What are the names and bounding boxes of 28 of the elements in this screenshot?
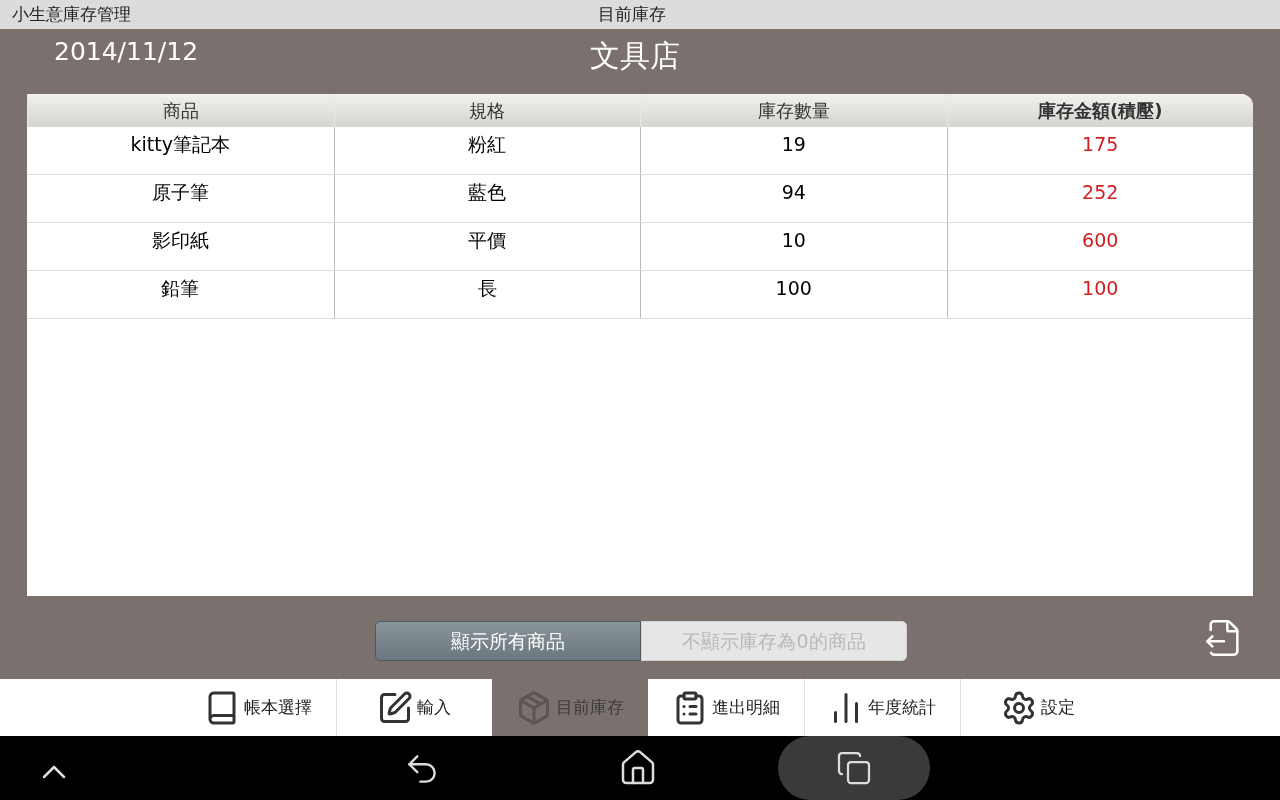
- table-cell: 175: [946, 127, 1253, 174]
- column-header: 商品: [27, 94, 334, 127]
- column-header: 庫存數量: [640, 94, 947, 127]
- table-cell: 100: [640, 271, 947, 318]
- table-cell: 10: [640, 223, 947, 270]
- table-cell: 粉紅: [333, 127, 640, 174]
- screen-title: 目前庫存: [598, 2, 666, 26]
- store-name: 文具店: [590, 37, 680, 75]
- table-cell: 藍色: [333, 175, 640, 222]
- column-header: 庫存金額(積壓): [946, 94, 1253, 127]
- table-cell: 19: [640, 127, 947, 174]
- settings-icon: [1001, 689, 1037, 726]
- table-cell-text: 影印紙: [150, 228, 210, 253]
- table-cell-text: 鉛筆: [160, 276, 201, 301]
- edit-icon: [377, 689, 413, 726]
- table-cell-text: kitty筆記本: [129, 132, 231, 157]
- date-label: 2014/11/12: [54, 36, 199, 68]
- app-title: 小生意庫存管理: [12, 2, 131, 26]
- table-cell: 平價: [333, 223, 640, 270]
- table-cell: 長: [333, 271, 640, 318]
- table-cell: 600: [946, 223, 1253, 270]
- table-cell: 94: [640, 175, 947, 222]
- table-cell-text: 原子筆: [150, 180, 210, 205]
- table-cell: 100: [946, 271, 1253, 318]
- column-header: 規格: [333, 94, 640, 127]
- table-cell: 252: [946, 175, 1253, 222]
- recent-apps-icon: [836, 750, 872, 786]
- filter-toggle[interactable]: 顯示所有商品: [375, 621, 641, 661]
